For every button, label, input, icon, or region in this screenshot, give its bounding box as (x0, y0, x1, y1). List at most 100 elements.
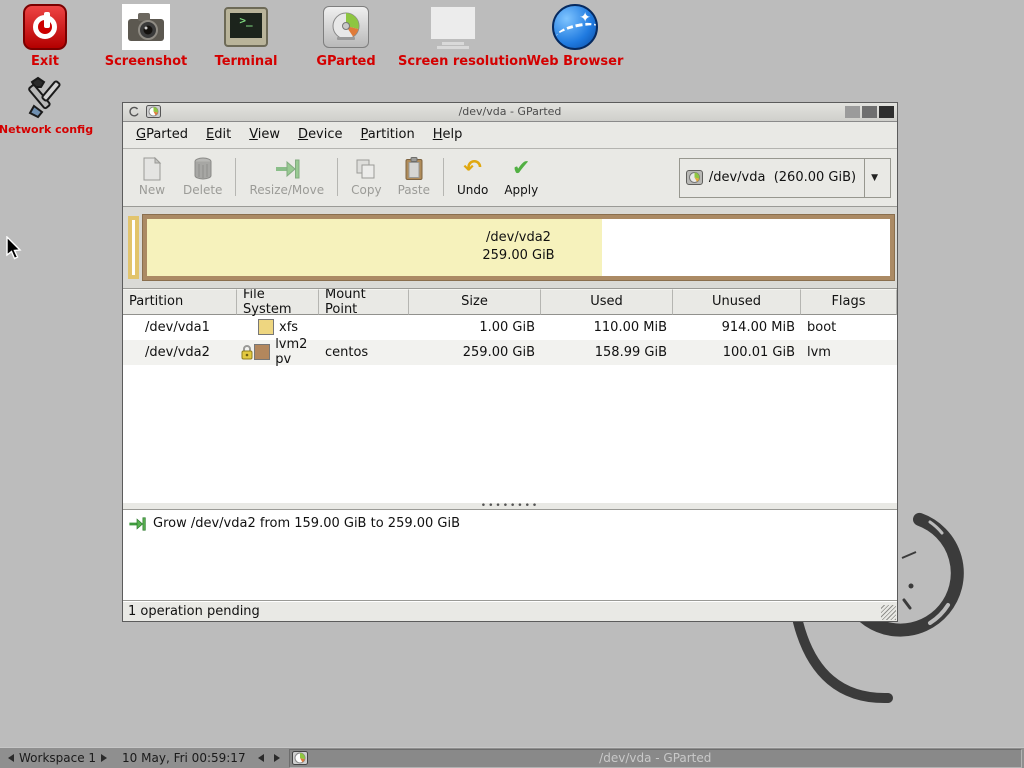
desktop-icon-label: Screenshot (91, 54, 201, 69)
cell-mount-point: centos (319, 340, 409, 365)
power-icon (21, 3, 69, 51)
disk-icon (322, 3, 370, 51)
desktop-icon-label: Screen resolution (398, 54, 508, 69)
cell-flags: boot (801, 315, 897, 340)
tools-icon (22, 72, 70, 120)
desktop-icon-exit[interactable]: Exit (0, 3, 100, 69)
header-partition[interactable]: Partition (123, 289, 237, 315)
cell-partition: /dev/vda2 (123, 340, 237, 365)
header-size[interactable]: Size (409, 289, 541, 315)
maximize-button[interactable] (862, 106, 877, 118)
chevron-down-icon: ▼ (865, 173, 884, 183)
desktop-icon-label: Network config (0, 123, 101, 136)
cell-flags: lvm (801, 340, 897, 365)
gparted-mini-icon (292, 751, 308, 765)
apply-icon: ✔ (512, 157, 530, 181)
partition-table: Partition File System Mount Point Size U… (123, 289, 897, 504)
partition-visual-vda2[interactable]: /dev/vda2 259.00 GiB (143, 215, 894, 280)
taskbar: Workspace 1 10 May, Fri 00:59:17 /dev/vd… (0, 747, 1024, 768)
cell-unused: 914.00 MiB (673, 315, 801, 340)
terminal-icon: >_ (222, 3, 270, 51)
delete-button[interactable]: Delete (175, 154, 230, 200)
cell-partition: /dev/vda1 (123, 315, 237, 340)
desktop-icon-network-config[interactable]: Network config (0, 72, 101, 136)
grow-arrow-icon (128, 517, 146, 531)
desktop-icon-screenshot[interactable]: Screenshot (91, 3, 201, 69)
new-button[interactable]: New (129, 154, 175, 200)
cell-used: 110.00 MiB (541, 315, 673, 340)
desktop-icon-gparted[interactable]: GParted (291, 3, 401, 69)
gparted-window: /dev/vda - GParted GParted Edit View Dev… (122, 102, 898, 622)
new-partition-icon (142, 157, 162, 181)
resize-move-icon (274, 157, 300, 181)
header-unused[interactable]: Unused (673, 289, 801, 315)
menu-view[interactable]: View (240, 123, 289, 146)
task-button-title: /dev/vda - GParted (290, 751, 1021, 765)
menubar: GParted Edit View Device Partition Help (123, 122, 897, 149)
fs-color-swatch (258, 319, 274, 335)
menu-edit[interactable]: Edit (197, 123, 240, 146)
minimize-button[interactable] (845, 106, 860, 118)
header-flags[interactable]: Flags (801, 289, 897, 315)
toolbar-separator (235, 158, 236, 196)
cell-file-system: lvm2 pv (237, 340, 319, 365)
device-selector[interactable]: /dev/vda (260.00 GiB) ▼ (679, 158, 891, 198)
paste-icon (404, 157, 424, 181)
table-header-row: Partition File System Mount Point Size U… (123, 289, 897, 315)
task-button-gparted[interactable]: /dev/vda - GParted (289, 749, 1022, 768)
copy-icon (355, 157, 377, 181)
toolbar-separator (443, 158, 444, 196)
taskbar-clock: 10 May, Fri 00:59:17 (122, 751, 246, 765)
pane-splitter-handle[interactable]: •••••••• (123, 503, 897, 510)
cell-mount-point (319, 315, 409, 340)
operation-text: Grow /dev/vda2 from 159.00 GiB to 259.00… (153, 516, 460, 531)
header-used[interactable]: Used (541, 289, 673, 315)
desktop-icon-web-browser[interactable]: ✦ Web Browser (520, 3, 630, 69)
desktop-icon-label: GParted (291, 54, 401, 69)
status-text: 1 operation pending (128, 604, 260, 619)
menu-gparted[interactable]: GParted (127, 123, 197, 146)
menu-device[interactable]: Device (289, 123, 351, 146)
table-row-vda1[interactable]: /dev/vda1 xfs 1.00 GiB 110.00 MiB 914.00… (123, 315, 897, 340)
toolbar-separator (337, 158, 338, 196)
camera-icon (122, 3, 170, 51)
apply-button[interactable]: ✔ Apply (496, 154, 546, 200)
header-file-system[interactable]: File System (237, 289, 319, 315)
undo-button[interactable]: ↶ Undo (449, 154, 496, 200)
titlebar[interactable]: /dev/vda - GParted (123, 103, 897, 122)
resize-move-button[interactable]: Resize/Move (241, 154, 332, 200)
lock-icon (239, 344, 254, 360)
menu-partition[interactable]: Partition (352, 123, 424, 146)
task-prev-icon[interactable] (258, 754, 264, 762)
cell-size: 1.00 GiB (409, 315, 541, 340)
desktop-icon-label: Terminal (191, 54, 301, 69)
workspace-label[interactable]: Workspace 1 (19, 751, 96, 765)
paste-button[interactable]: Paste (390, 154, 438, 200)
table-row-vda2[interactable]: /dev/vda2 lvm2 pv centos 259.00 GiB 158.… (123, 340, 897, 365)
pending-operations-pane: Grow /dev/vda2 from 159.00 GiB to 259.00… (123, 510, 897, 601)
task-next-icon[interactable] (274, 754, 280, 762)
window-title: /dev/vda - GParted (123, 105, 897, 118)
cell-file-system: xfs (237, 315, 319, 340)
desktop-icon-terminal[interactable]: >_ Terminal (191, 3, 301, 69)
partition-visual-label: /dev/vda2 259.00 GiB (147, 229, 890, 265)
operation-item[interactable]: Grow /dev/vda2 from 159.00 GiB to 259.00… (128, 516, 892, 531)
close-button[interactable] (879, 106, 894, 118)
cell-size: 259.00 GiB (409, 340, 541, 365)
fs-color-swatch (254, 344, 270, 360)
partition-visual-vda1[interactable] (128, 216, 139, 279)
workspace-prev-icon[interactable] (8, 754, 14, 762)
desktop-icon-label: Exit (0, 54, 100, 69)
monitor-icon (429, 3, 477, 51)
copy-button[interactable]: Copy (343, 154, 389, 200)
undo-icon: ↶ (463, 157, 481, 181)
mouse-cursor (5, 236, 23, 262)
desktop-icon-screen-resolution[interactable]: Screen resolution (398, 3, 508, 69)
device-disk-icon (686, 170, 703, 185)
desktop-icon-label: Web Browser (520, 54, 630, 69)
cell-unused: 100.01 GiB (673, 340, 801, 365)
header-mount-point[interactable]: Mount Point (319, 289, 409, 315)
menu-help[interactable]: Help (424, 123, 472, 146)
workspace-next-icon[interactable] (101, 754, 107, 762)
resize-grip[interactable] (881, 605, 896, 620)
